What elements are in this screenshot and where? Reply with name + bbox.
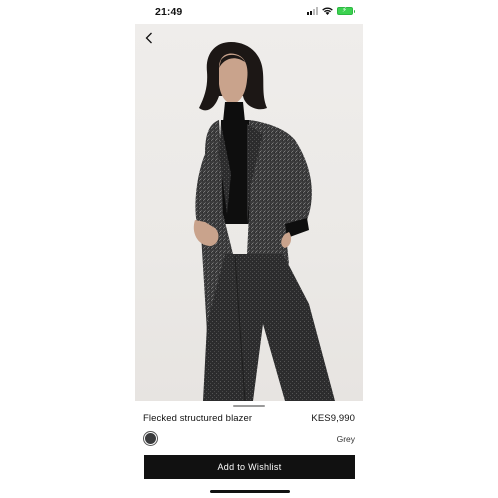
- color-swatch-grey[interactable]: [144, 432, 157, 445]
- sheet-handle[interactable]: [233, 405, 265, 407]
- status-icons: ⚡: [307, 7, 355, 15]
- selected-color-label: Grey: [336, 434, 355, 444]
- product-image[interactable]: [135, 24, 363, 401]
- battery-icon: ⚡: [337, 7, 355, 15]
- wifi-icon: [322, 7, 333, 15]
- add-to-wishlist-button[interactable]: Add to Wishlist: [144, 455, 355, 479]
- status-bar: 21:49 ⚡: [135, 0, 363, 24]
- home-indicator: [210, 490, 290, 493]
- back-button[interactable]: [141, 30, 157, 46]
- status-time: 21:49: [155, 6, 183, 18]
- chevron-left-icon: [145, 32, 152, 44]
- signal-icon: [307, 7, 318, 15]
- product-price: KES9,990: [311, 413, 355, 424]
- product-name: Flecked structured blazer: [143, 413, 253, 424]
- model-photo: [193, 42, 335, 401]
- phone-screen: 21:49 ⚡ Flecked structured blazer KES9,9…: [135, 0, 363, 498]
- add-to-wishlist-label: Add to Wishlist: [217, 462, 282, 472]
